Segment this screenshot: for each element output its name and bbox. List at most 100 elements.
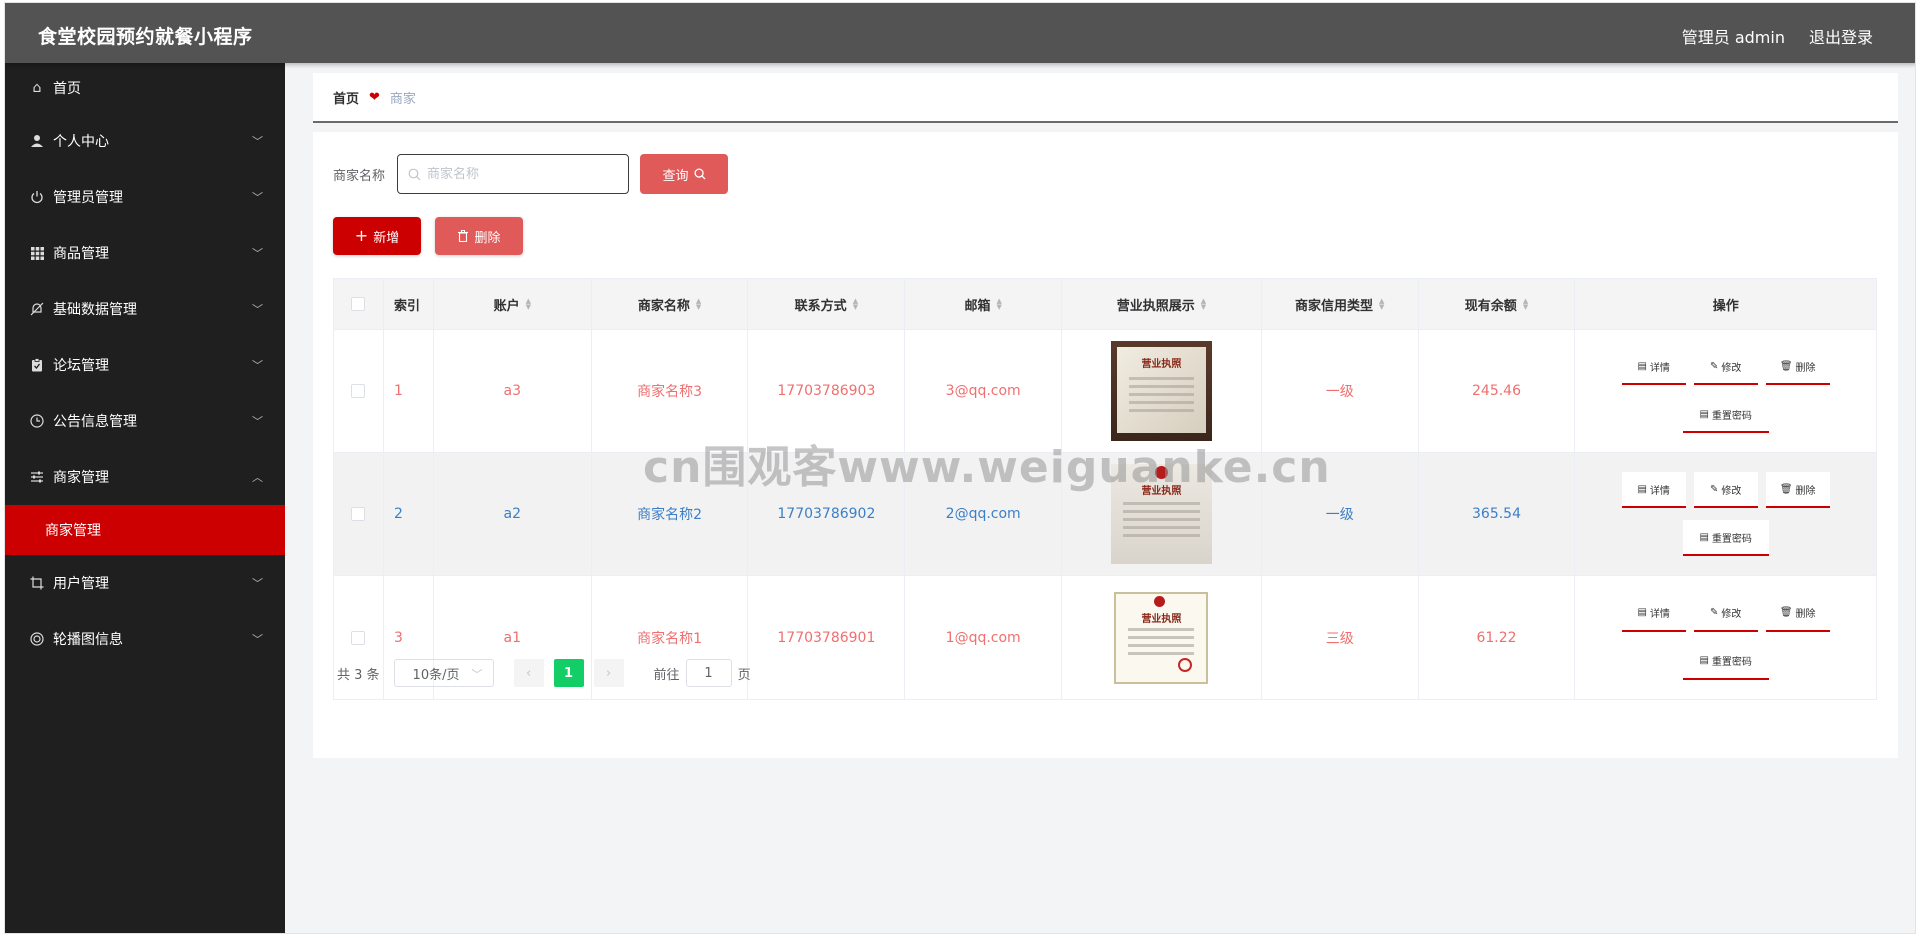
breadcrumb-home[interactable]: 首页 xyxy=(333,88,359,107)
admin-user-label[interactable]: 管理员 admin xyxy=(1682,24,1785,48)
license-image[interactable]: 营业执照 xyxy=(1110,464,1212,564)
sort-icon[interactable]: ▲ ▼ xyxy=(996,298,1001,311)
goto-page-input[interactable] xyxy=(685,659,732,687)
row-credit-type: 一级 xyxy=(1262,453,1419,575)
sidebar: ⌂ 首页 个人中心 ﹀ 管理员管理 ﹀ 商品管理 ﹀ 基础数据管理 ﹀ 论坛管理… xyxy=(5,63,285,933)
select-all-checkbox[interactable] xyxy=(351,297,366,311)
header-license[interactable]: 营业执照展示 ▲ ▼ xyxy=(1062,279,1262,329)
emblem xyxy=(1154,466,1168,479)
row-email: 3@qq.com xyxy=(905,330,1063,452)
reset-password-button[interactable]: ▤ 重置密码 xyxy=(1682,643,1769,680)
sidebar-item-home[interactable]: ⌂ 首页 xyxy=(5,63,285,113)
reset-password-button[interactable]: ▤ 重置密码 xyxy=(1682,397,1769,433)
search-label: 商家名称 xyxy=(333,168,386,184)
table-row: 1 a3 商家名称3 17703786903 3@qq.com 营业执照 一级 xyxy=(334,330,1876,453)
license-image[interactable]: 营业执照 xyxy=(1114,591,1209,684)
row-account: a2 xyxy=(434,453,592,575)
table-header-row: 索引 账户 ▲ ▼ 商家名称 ▲ ▼ 联系方式 ▲ ▼ 邮箱 ▲ ▼ 营业执照展示 ▲ ▼ 商家信用… xyxy=(334,279,1876,330)
grid-icon xyxy=(28,246,46,260)
crop-icon xyxy=(28,576,46,590)
ops-group: ▤ 详情 ✎ 修改 🗑 删除 ▤ 重置密码 xyxy=(1616,472,1836,556)
header-label: 营业执照展示 xyxy=(1116,298,1195,314)
row-email: 2@qq.com xyxy=(905,453,1063,575)
delete-button[interactable]: 🗑 删除 xyxy=(1765,595,1830,632)
batch-delete-button[interactable]: 删除 xyxy=(435,217,523,255)
add-button[interactable]: + 新增 xyxy=(333,217,421,255)
sort-icon[interactable]: ▲ ▼ xyxy=(1201,298,1206,311)
sidebar-item-label: 首页 xyxy=(53,81,81,97)
header-merchant-name[interactable]: 商家名称 ▲ ▼ xyxy=(592,279,749,329)
edit-button[interactable]: ✎ 修改 xyxy=(1693,472,1758,508)
pagination-total: 共 3 条 xyxy=(337,667,380,683)
row-checkbox[interactable] xyxy=(351,507,366,521)
op-label: 重置密码 xyxy=(1711,410,1752,422)
chevron-down-icon: ﹀ xyxy=(252,359,263,372)
chevron-down-icon: ﹀ xyxy=(252,415,263,428)
detail-button[interactable]: ▤ 详情 xyxy=(1621,595,1686,632)
edit-button[interactable]: ✎ 修改 xyxy=(1693,349,1758,385)
detail-button[interactable]: ▤ 详情 xyxy=(1621,472,1686,508)
circle-icon xyxy=(28,632,46,646)
logout-link[interactable]: 退出登录 xyxy=(1809,24,1873,48)
sort-icon[interactable]: ▲ ▼ xyxy=(1379,298,1384,311)
sidebar-item-product-management[interactable]: 商品管理 ﹀ xyxy=(5,225,285,281)
edit-button[interactable]: ✎ 修改 xyxy=(1693,595,1758,632)
merchant-table: 索引 账户 ▲ ▼ 商家名称 ▲ ▼ 联系方式 ▲ ▼ 邮箱 ▲ ▼ 营业执照展示 ▲ ▼ 商家信用… xyxy=(333,278,1877,700)
merchant-name-search-input[interactable] xyxy=(427,166,618,182)
delete-button[interactable]: 🗑 删除 xyxy=(1765,472,1830,508)
header-credit-type[interactable]: 商家信用类型 ▲ ▼ xyxy=(1262,279,1419,329)
header-label: 联系方式 xyxy=(794,298,847,314)
header-label: 索引 xyxy=(393,298,420,314)
row-checkbox[interactable] xyxy=(351,630,366,645)
detail-button[interactable]: ▤ 详情 xyxy=(1621,349,1686,385)
row-license-cell: 营业执照 xyxy=(1062,576,1262,699)
row-merchant-name: 商家名称3 xyxy=(592,330,749,452)
sidebar-item-notice-management[interactable]: 公告信息管理 ﹀ xyxy=(5,393,285,449)
page-size-select[interactable]: 10条/页 ﹀ xyxy=(393,659,494,687)
header-balance[interactable]: 现有余额 ▲ ▼ xyxy=(1419,279,1576,329)
row-phone: 17703786901 xyxy=(748,576,906,699)
sort-icon[interactable]: ▲ ▼ xyxy=(696,298,701,311)
sort-icon[interactable]: ▲ ▼ xyxy=(1523,298,1528,311)
sidebar-item-carousel-info[interactable]: 轮播图信息 ﹀ xyxy=(5,611,285,667)
op-label: 重置密码 xyxy=(1711,657,1752,668)
header-account[interactable]: 账户 ▲ ▼ xyxy=(434,279,592,329)
reset-password-button[interactable]: ▤ 重置密码 xyxy=(1682,520,1769,556)
chevron-left-icon: ‹ xyxy=(525,665,532,681)
sort-icon[interactable]: ▲ ▼ xyxy=(526,298,531,311)
app-window: 食堂校园预约就餐小程序 管理员 admin 退出登录 ⌂ 首页 个人中心 ﹀ 管… xyxy=(4,2,1916,934)
delete-button[interactable]: 🗑 删除 xyxy=(1765,349,1830,385)
page-number-button[interactable]: 1 xyxy=(553,659,584,687)
chevron-down-icon: ﹀ xyxy=(471,668,483,681)
sidebar-subitem-merchant-management[interactable]: 商家管理 xyxy=(5,505,285,555)
license-image[interactable]: 营业执照 xyxy=(1110,341,1212,441)
chevron-down-icon: ﹀ xyxy=(252,303,263,316)
sidebar-item-user-management[interactable]: 用户管理 ﹀ xyxy=(5,555,285,611)
sidebar-item-label: 用户管理 xyxy=(53,576,109,592)
sidebar-item-admin-management[interactable]: 管理员管理 ﹀ xyxy=(5,169,285,225)
document-icon: ▤ xyxy=(1637,483,1647,495)
query-button[interactable]: 查询 xyxy=(640,154,729,194)
prev-page-button[interactable]: ‹ xyxy=(513,659,544,687)
license-lines xyxy=(1128,627,1195,660)
sidebar-item-personal-center[interactable]: 个人中心 ﹀ xyxy=(5,113,285,169)
document-icon: ▤ xyxy=(1699,655,1709,666)
ops-group: ▤ 详情 ✎ 修改 🗑 删除 ▤ 重置密码 xyxy=(1616,349,1836,433)
header-index: 索引 xyxy=(384,279,434,329)
license-title: 营业执照 xyxy=(1141,486,1182,497)
document-icon: ▤ xyxy=(1699,531,1709,543)
next-page-button[interactable]: › xyxy=(593,659,624,687)
sidebar-item-merchant-management[interactable]: 商家管理 ︿ xyxy=(5,449,285,505)
header-phone[interactable]: 联系方式 ▲ ▼ xyxy=(748,279,906,329)
row-license-cell: 营业执照 xyxy=(1062,453,1262,575)
power-icon xyxy=(28,190,46,204)
header-email[interactable]: 邮箱 ▲ ▼ xyxy=(905,279,1063,329)
row-checkbox[interactable] xyxy=(351,384,366,398)
sort-icon[interactable]: ▲ ▼ xyxy=(853,298,858,311)
header-operations: 操作 xyxy=(1575,279,1876,329)
header-label: 账户 xyxy=(493,298,520,314)
sidebar-item-forum-management[interactable]: 论坛管理 ﹀ xyxy=(5,337,285,393)
row-phone: 17703786903 xyxy=(748,330,906,452)
row-balance: 245.46 xyxy=(1419,330,1576,452)
sidebar-item-base-data-management[interactable]: 基础数据管理 ﹀ xyxy=(5,281,285,337)
